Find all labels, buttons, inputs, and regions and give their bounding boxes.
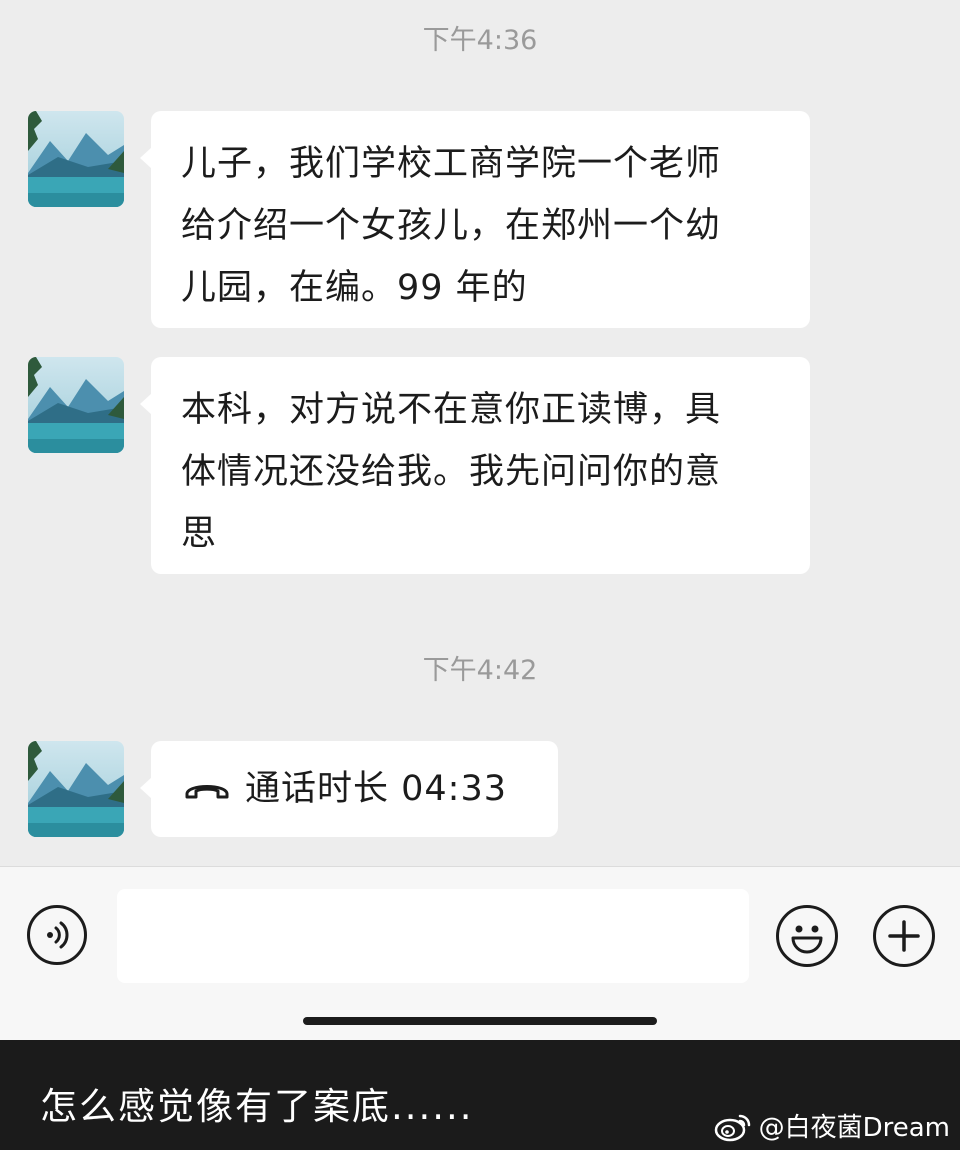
watermark: @白夜菌Dream [713,1107,950,1144]
input-bar [0,866,960,1041]
message-line: 体情况还没给我。我先问问你的意 [181,452,722,492]
message-line: 给介绍一个女孩儿，在郑州一个幼 [181,206,722,246]
voice-button[interactable] [27,905,87,965]
message-line: 思 [181,514,218,554]
message-bubble[interactable]: 本科，对方说不在意你正读博，具 体情况还没给我。我先问问你的意 思 [140,357,810,574]
plus-button[interactable] [873,905,935,967]
weibo-logo-icon [714,1114,750,1141]
avatar[interactable] [28,357,124,453]
timestamp: 下午4:36 [422,25,538,56]
call-duration-text: 通话时长 04:33 [245,769,507,809]
timestamp: 下午4:42 [422,655,538,686]
avatar[interactable] [28,111,124,207]
avatar[interactable] [28,741,124,837]
message-input[interactable] [117,889,749,983]
avatar-landscape-image [28,111,124,207]
voice-icon [47,921,69,949]
phone-hangup-icon [185,785,229,799]
call-record-bubble[interactable]: 通话时长 04:33 [140,741,558,837]
watermark-text: @白夜菌Dream [758,1113,950,1143]
chat-area[interactable]: 下午4:36 儿子，我们学校工商学院一个老师 给介绍一个女孩儿，在郑州一个幼 儿… [0,0,960,866]
avatar-landscape-image [28,741,124,837]
message-bubble[interactable]: 儿子，我们学校工商学院一个老师 给介绍一个女孩儿，在郑州一个幼 儿园，在编。99… [140,111,810,328]
plus-icon [888,920,920,952]
home-indicator[interactable] [303,1017,657,1025]
message-line: 儿子，我们学校工商学院一个老师 [181,144,722,184]
emoji-button[interactable] [776,905,838,967]
caption-text: 怎么感觉像有了案底...... [40,1085,474,1128]
caption-bar: 怎么感觉像有了案底...... @白夜菌Dream [0,1040,960,1150]
emoji-icon [791,925,823,954]
avatar-landscape-image [28,357,124,453]
message-line: 本科，对方说不在意你正读博，具 [181,390,722,430]
message-line: 儿园，在编。99 年的 [181,268,528,308]
